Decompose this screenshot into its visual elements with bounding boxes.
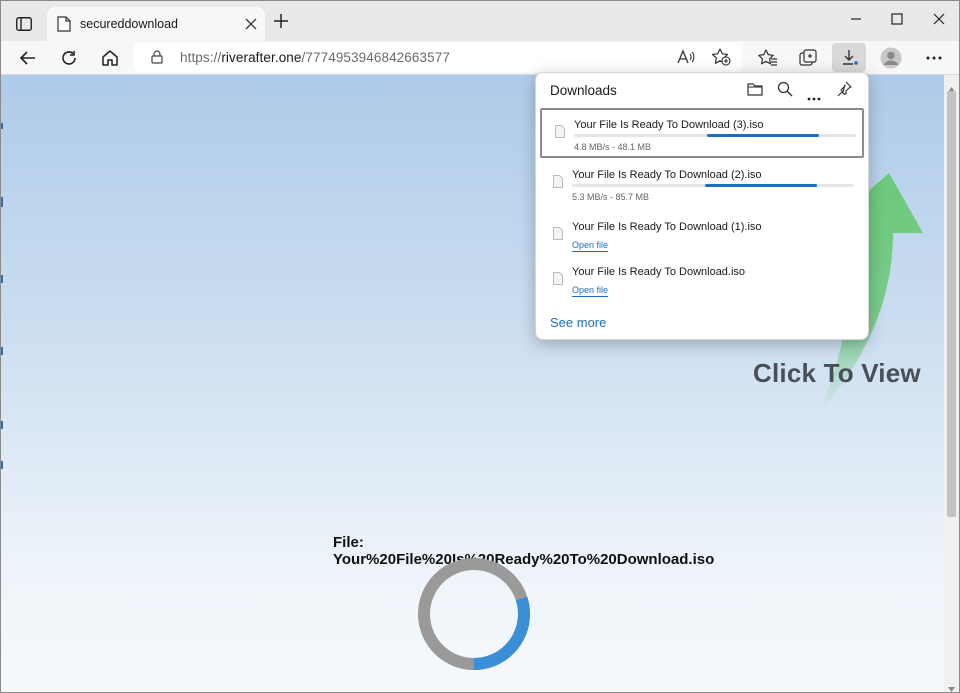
loading-spinner xyxy=(418,558,530,670)
download-progress-bar xyxy=(574,134,856,137)
home-icon[interactable] xyxy=(99,47,121,69)
download-item-1[interactable]: Your File Is Ready To Download (1).iso O… xyxy=(540,212,862,260)
tab-title: secureddownload xyxy=(80,17,178,31)
download-item-3[interactable]: Your File Is Ready To Download (3).iso 4… xyxy=(540,108,864,158)
more-options-icon[interactable] xyxy=(807,88,821,106)
tab-secureddownload[interactable]: secureddownload xyxy=(47,7,265,41)
folder-icon[interactable] xyxy=(747,81,763,102)
read-aloud-icon[interactable] xyxy=(677,49,695,70)
vertical-scrollbar[interactable] xyxy=(944,75,959,692)
collections-icon[interactable] xyxy=(798,47,820,69)
tab-actions-icon[interactable] xyxy=(11,12,37,36)
scroll-down-icon[interactable] xyxy=(948,679,955,692)
browser-window: secureddownload https://riverafter.one/7… xyxy=(0,0,960,693)
document-icon xyxy=(555,125,565,143)
close-window-icon[interactable] xyxy=(932,12,946,31)
document-icon xyxy=(553,227,563,245)
downloads-title: Downloads xyxy=(550,83,617,98)
url-path: /7774953946842663577 xyxy=(301,50,450,65)
more-icon[interactable] xyxy=(923,47,945,69)
toolbar: https://riverafter.one/77749539468426635… xyxy=(1,41,959,75)
url-host: riverafter.one xyxy=(221,50,302,65)
minimize-icon[interactable] xyxy=(849,12,863,31)
page-icon xyxy=(57,16,71,37)
refresh-icon[interactable] xyxy=(58,47,80,69)
download-item-meta: 5.3 MB/s - 85.7 MB xyxy=(572,192,650,202)
close-tab-icon[interactable] xyxy=(245,17,257,35)
pin-icon[interactable] xyxy=(836,81,852,102)
download-item-name: Your File Is Ready To Download (2).iso xyxy=(572,169,762,181)
download-item-meta: 4.8 MB/s - 48.1 MB xyxy=(574,142,652,152)
download-item-name: Your File Is Ready To Download (3).iso xyxy=(574,119,764,131)
open-file-link[interactable]: Open file xyxy=(572,285,609,297)
lock-icon[interactable] xyxy=(151,50,163,69)
file-label-prefix: File: xyxy=(333,534,364,551)
download-item-name: Your File Is Ready To Download.iso xyxy=(572,266,746,278)
add-favorite-icon[interactable] xyxy=(711,48,731,71)
tab-strip: secureddownload xyxy=(1,1,959,41)
search-icon[interactable] xyxy=(777,81,793,102)
downloads-button[interactable] xyxy=(832,43,866,72)
document-icon xyxy=(553,175,563,193)
download-item-0[interactable]: Your File Is Ready To Download.iso Open … xyxy=(540,257,862,305)
favorites-icon[interactable] xyxy=(757,47,779,69)
see-more-link[interactable]: See more xyxy=(550,315,606,330)
maximize-icon[interactable] xyxy=(890,12,904,31)
address-bar[interactable]: https://riverafter.one/77749539468426635… xyxy=(134,43,742,72)
scrollbar-thumb[interactable] xyxy=(947,91,956,517)
download-item-2[interactable]: Your File Is Ready To Download (2).iso 5… xyxy=(540,160,862,208)
back-icon[interactable] xyxy=(17,47,39,69)
new-tab-icon[interactable] xyxy=(273,13,289,34)
document-icon xyxy=(553,272,563,290)
url-scheme: https:// xyxy=(180,50,222,65)
downloads-flyout: Downloads Your File Is Ready To Download… xyxy=(535,72,869,340)
download-progress-bar xyxy=(572,184,854,187)
open-file-link[interactable]: Open file xyxy=(572,240,609,252)
profile-icon[interactable] xyxy=(880,47,902,69)
url-text[interactable]: https://riverafter.one/77749539468426635… xyxy=(180,50,450,65)
click-to-view-text[interactable]: Click To View xyxy=(753,358,921,389)
download-icon xyxy=(841,49,859,71)
download-item-name: Your File Is Ready To Download (1).iso xyxy=(572,221,762,233)
